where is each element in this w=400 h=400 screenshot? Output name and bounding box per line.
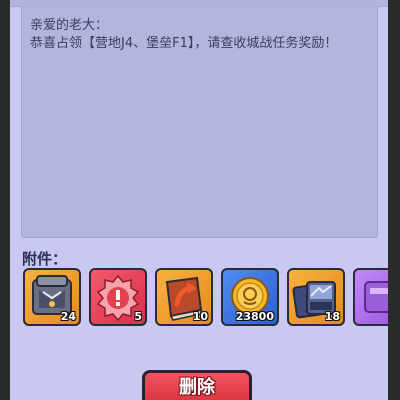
attachment-item-armor-chest[interactable]: 24 — [23, 268, 81, 326]
item-quantity: 23800 — [235, 310, 274, 323]
item-quantity: 5 — [134, 310, 142, 323]
purple-item-icon — [364, 281, 388, 313]
attachment-item-gold-coin[interactable]: 23800 — [221, 268, 279, 326]
mail-greeting: 亲爱的老大： — [30, 18, 109, 33]
mail-panel: 亲爱的老大： 恭喜占领【营地J4、堡垒F1】，请查收城战任务奖励！ 附件： 24… — [10, 0, 388, 400]
attachment-item-card-pack[interactable]: 18 — [287, 268, 345, 326]
delete-button[interactable]: 删除 — [142, 370, 252, 400]
mail-body: 恭喜占领【营地J4、堡垒F1】，请查收城战任务奖励！ — [30, 36, 338, 51]
item-quantity: 18 — [324, 310, 340, 323]
attachment-item-gear-badge[interactable]: 5 — [89, 268, 147, 326]
mail-message-box: 亲爱的老大： 恭喜占领【营地J4、堡垒F1】，请查收城战任务奖励！ — [21, 6, 378, 238]
item-quantity: 24 — [60, 310, 76, 323]
attachment-item-upgrade-book[interactable]: 10 — [155, 268, 213, 326]
attachment-item-purple[interactable] — [353, 268, 388, 326]
attachments-label: 附件： — [22, 250, 68, 268]
item-quantity: 10 — [192, 310, 208, 323]
